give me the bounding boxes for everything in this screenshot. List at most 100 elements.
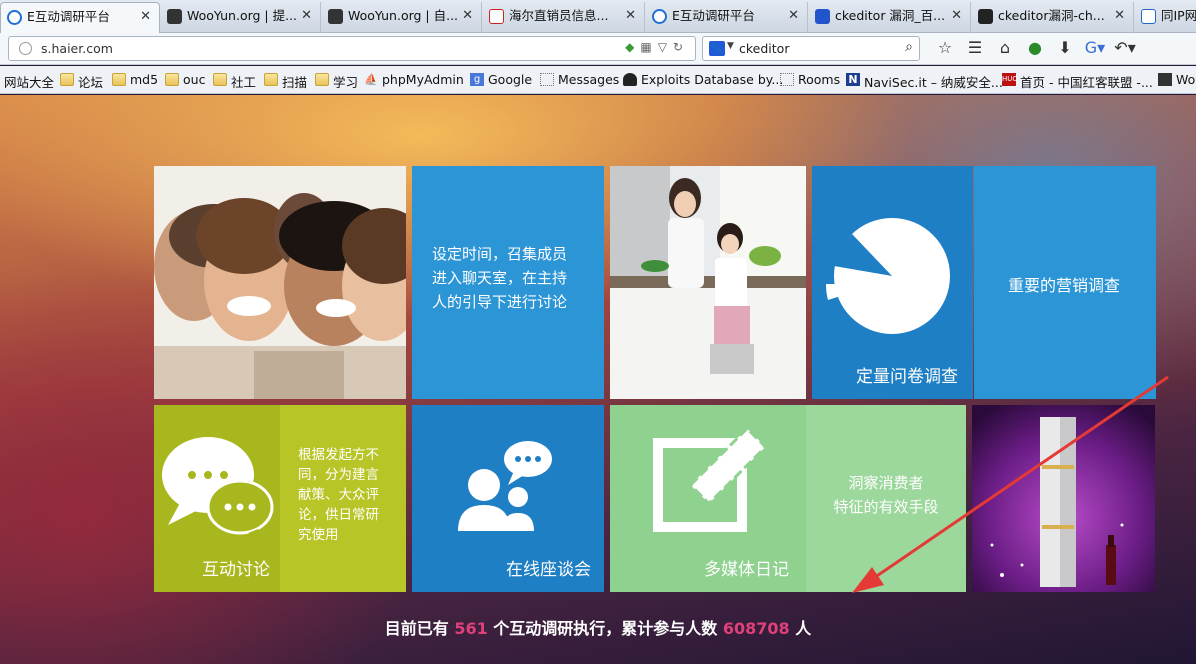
bookmark-label: 学习 xyxy=(333,75,359,90)
tab-e-survey-2[interactable]: E互动调研平台 ✕ xyxy=(646,2,808,33)
close-icon[interactable]: ✕ xyxy=(788,2,799,30)
tab-title: ckeditor漏洞-ch... xyxy=(998,8,1105,23)
bookmark-folder[interactable]: 社工 xyxy=(213,72,256,91)
qr-code-icon[interactable]: ▦ xyxy=(640,40,657,54)
tab-same-ip[interactable]: 同IP网 xyxy=(1135,2,1196,33)
url-text[interactable]: s.haier.com xyxy=(41,41,113,56)
stats-prefix: 目前已有 xyxy=(384,619,455,638)
folder-icon xyxy=(112,73,126,86)
tab-baidu-ckeditor[interactable]: ckeditor 漏洞_百... ✕ xyxy=(809,2,971,33)
bookmark-item[interactable]: g Google xyxy=(470,72,532,87)
baidu-paw-icon[interactable]: 🐾 xyxy=(709,41,725,56)
bookmark-label: Wo xyxy=(1176,72,1196,87)
tab-wooyun-2[interactable]: WooYun.org | 自... ✕ xyxy=(322,2,482,33)
wooyun-icon xyxy=(1158,73,1172,86)
home-icon[interactable]: ⌂ xyxy=(990,38,1020,57)
baidu-paw-icon xyxy=(815,9,830,24)
page-icon xyxy=(1141,9,1156,24)
wooyun-icon xyxy=(167,9,182,24)
annotation-arrow-icon xyxy=(852,375,1169,593)
bookmark-folder[interactable]: md5 xyxy=(112,72,158,87)
bookmark-folder[interactable]: 扫描 xyxy=(264,72,307,91)
bookmark-item[interactable]: Messages xyxy=(540,72,619,87)
letter-l-icon xyxy=(978,9,993,24)
google-addon-icon[interactable]: G▾ xyxy=(1080,38,1110,57)
project-count: 561 xyxy=(454,619,488,638)
bookmarks-bar: 网站大全 论坛 md5 ouc 社工 扫描 学习 ⛵ phpMyAdmin g Go… xyxy=(0,66,1196,94)
tab-haier-sales[interactable]: 海尔直销员信息... ✕ xyxy=(483,2,645,33)
site-identity-icon[interactable] xyxy=(19,42,32,55)
tab-title: 同IP网 xyxy=(1161,8,1196,23)
tab-ckeditor-ch[interactable]: ckeditor漏洞-ch... ✕ xyxy=(972,2,1134,33)
close-icon[interactable]: ✕ xyxy=(140,3,151,31)
bookmark-item[interactable]: N NaviSec.it – 纳威安全... xyxy=(846,72,1003,91)
bookmark-label: Google xyxy=(488,72,533,87)
search-box[interactable]: 🐾 ▼ ckeditor ⌕ xyxy=(702,36,920,61)
tab-title: 海尔直销员信息... xyxy=(509,8,609,23)
bookmark-label: 论坛 xyxy=(78,75,104,90)
shield-icon[interactable]: ◆ xyxy=(625,40,640,54)
bookmark-label: ouc xyxy=(183,72,206,87)
haier-icon xyxy=(489,9,504,24)
ie-e-icon xyxy=(652,9,667,24)
bookmark-label: 社工 xyxy=(231,75,257,90)
participation-stats: 目前已有 561 个互动调研执行，累计参与人数 608708 人 xyxy=(0,615,1196,639)
dropdown-arrow-icon[interactable]: ▽ xyxy=(658,40,673,54)
google-icon: g xyxy=(470,73,484,86)
navigation-bar: s.haier.com ◆▦▽↻ 🐾 ▼ ckeditor ⌕ ☆ ☰ ⌂ ● ⬇ G▾ ↶… xyxy=(0,33,1196,65)
tab-title: WooYun.org | 自... xyxy=(348,8,459,23)
folder-icon xyxy=(315,73,329,86)
wooyun-icon xyxy=(328,9,343,24)
bookmark-folder[interactable]: 论坛 xyxy=(60,72,103,91)
bookmark-label: NaviSec.it – 纳威安全... xyxy=(864,75,1003,90)
bookmark-item[interactable]: Exploits Database by... xyxy=(623,72,783,87)
ie-e-icon xyxy=(7,10,22,25)
toolbar-icons: ☆ ☰ ⌂ ● ⬇ G▾ ↶▾ xyxy=(930,38,1140,57)
bookmark-folder[interactable]: 学习 xyxy=(315,72,358,91)
bookmark-item[interactable]: ⛵ phpMyAdmin xyxy=(364,72,464,87)
bookmark-folder[interactable]: ouc xyxy=(165,72,205,87)
page-icon xyxy=(780,73,794,86)
stats-middle: 个互动调研执行，累计参与人数 xyxy=(487,619,723,638)
close-icon[interactable]: ✕ xyxy=(625,2,636,30)
search-icon[interactable]: ⌕ xyxy=(905,39,913,55)
bookmark-label: 网站大全 xyxy=(4,75,55,90)
bookmark-item[interactable]: Wo xyxy=(1158,72,1195,87)
tab-title: ckeditor 漏洞_百... xyxy=(835,8,946,23)
huc-icon: HUC xyxy=(1002,73,1017,86)
back-arrow-icon[interactable]: ↶▾ xyxy=(1110,38,1140,57)
bookmark-label: md5 xyxy=(130,72,159,87)
participant-count: 608708 xyxy=(722,619,790,638)
bookmark-star-icon[interactable]: ☆ xyxy=(930,38,960,57)
tab-wooyun-1[interactable]: WooYun.org | 提... ✕ xyxy=(161,2,321,33)
addon-green-icon[interactable]: ● xyxy=(1020,38,1050,57)
tab-title: WooYun.org | 提... xyxy=(187,8,298,23)
bookmark-label: 扫描 xyxy=(282,75,308,90)
tab-e-survey-active[interactable]: E互动调研平台 ✕ xyxy=(0,2,160,33)
close-icon[interactable]: ✕ xyxy=(301,2,312,30)
bookmark-item[interactable]: Rooms xyxy=(780,72,840,87)
page-content: 设定时间，召集成员 进入聊天室，在主持 人的引导下进行讨论 定量问卷调查 重要的… xyxy=(0,95,1196,664)
exploit-db-icon xyxy=(623,73,637,86)
bookmark-label: Exploits Database by... xyxy=(641,72,784,87)
stats-suffix: 人 xyxy=(789,619,812,638)
address-bar[interactable]: s.haier.com ◆▦▽↻ xyxy=(8,36,696,61)
bookmark-label: Messages xyxy=(558,72,620,87)
chevron-down-icon[interactable]: ▼ xyxy=(727,41,734,51)
bookmark-label: Rooms xyxy=(798,72,841,87)
bookmark-label: 首页 - 中国红客联盟 -... xyxy=(1020,75,1153,90)
tab-title: E互动调研平台 xyxy=(27,9,110,24)
tab-title: E互动调研平台 xyxy=(672,8,755,23)
close-icon[interactable]: ✕ xyxy=(951,2,962,30)
folder-icon xyxy=(213,73,227,86)
close-icon[interactable]: ✕ xyxy=(1114,2,1125,30)
search-input[interactable]: ckeditor xyxy=(739,41,789,56)
bookmarks-list-icon[interactable]: ☰ xyxy=(960,38,990,57)
reload-icon[interactable]: ↻ xyxy=(673,40,689,54)
close-icon[interactable]: ✕ xyxy=(462,2,473,30)
bookmark-item[interactable]: 网站大全 xyxy=(4,72,54,91)
download-icon[interactable]: ⬇ xyxy=(1050,38,1080,57)
navisec-icon: N xyxy=(846,73,860,86)
bookmark-item[interactable]: HUC 首页 - 中国红客联盟 -... xyxy=(1002,72,1153,91)
folder-icon xyxy=(60,73,74,86)
